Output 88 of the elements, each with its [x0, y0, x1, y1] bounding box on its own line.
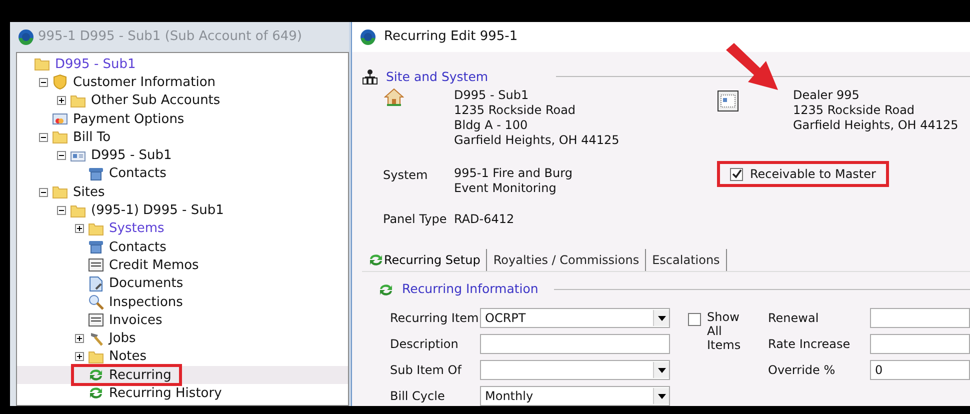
dropdown-caret-icon [658, 368, 666, 372]
tree-item[interactable]: Bill To [52, 129, 119, 146]
field-label: Sub Item Of [389, 362, 463, 379]
checkbox[interactable] [688, 313, 701, 326]
field-label: Rate Increase [768, 336, 852, 353]
address-line: Garfield Heights, OH 44125 [793, 118, 958, 134]
window-title: Recurring Edit 995-1 [384, 28, 518, 46]
checkbox-label: Receivable to Master [750, 166, 876, 184]
collapse-toggle[interactable] [39, 188, 48, 197]
address-line: 1235 Rockside Road [454, 103, 577, 118]
window-title: 995-1 D995 - Sub1 (Sub Account of 649) [38, 28, 302, 46]
magnifier-icon [88, 294, 104, 310]
tree-item[interactable]: Jobs [88, 330, 144, 347]
field-label: Description [389, 336, 460, 353]
tree-item[interactable]: Credit Memos [88, 257, 207, 274]
tree-item[interactable]: Contacts [88, 239, 174, 256]
recurring-arrows-icon [88, 385, 104, 402]
dropdown-caret-icon [658, 316, 666, 320]
shield-icon [52, 74, 68, 90]
tree-item[interactable]: Invoices [88, 312, 170, 328]
dropdown[interactable]: Monthly [480, 386, 670, 406]
folder-icon [52, 184, 68, 200]
input-field[interactable] [870, 308, 970, 328]
tree-item[interactable]: Sites [52, 184, 113, 200]
input-field[interactable]: 0 [870, 360, 970, 380]
app-logo-icon [360, 28, 376, 45]
system-line: Event Monitoring [454, 181, 558, 196]
folder-icon [70, 202, 86, 219]
field-label: Renewal [768, 310, 820, 327]
tree-item[interactable]: Payment Options [52, 111, 192, 128]
tree-item[interactable]: Notes [88, 348, 155, 365]
tree-item[interactable]: Customer Information [52, 74, 224, 90]
collapse-toggle[interactable] [57, 151, 66, 160]
recurring-arrows-icon [378, 282, 394, 298]
collapse-toggle[interactable] [39, 78, 48, 87]
tree-item[interactable]: Systems [88, 220, 172, 237]
payment-card-icon [52, 111, 68, 128]
address-line: 1235 Rockside Road [793, 103, 916, 118]
checkbox[interactable] [730, 168, 743, 181]
tree-item[interactable]: (995-1) D995 - Sub1 [70, 202, 232, 219]
collapse-toggle[interactable] [57, 206, 66, 216]
annotation-arrow [724, 42, 780, 92]
tree-item[interactable]: D995 - Sub1 [70, 148, 180, 164]
memo-icon [88, 257, 104, 274]
tree-item[interactable]: Recurring History [88, 385, 230, 402]
folder-icon [34, 56, 50, 72]
tree-item[interactable]: Inspections [88, 294, 191, 310]
section-heading: Site and System [386, 68, 488, 86]
field-label: Bill Cycle [389, 388, 446, 405]
expand-toggle[interactable] [57, 96, 66, 106]
folder-icon [70, 92, 86, 109]
address-line: D995 - Sub1 [454, 88, 530, 104]
section-heading: Recurring Information [402, 280, 538, 298]
tree-item[interactable]: Other Sub Accounts [70, 92, 228, 109]
address-line: Dealer 995 [793, 88, 860, 104]
document-icon [88, 276, 104, 292]
tree-item[interactable]: Contacts [88, 166, 174, 182]
expand-toggle[interactable] [75, 334, 84, 344]
folder-icon [88, 220, 104, 237]
field-label: System [382, 167, 429, 184]
recurring-arrows-icon [368, 252, 384, 268]
dropdown[interactable]: OCRPT [480, 308, 670, 328]
expand-toggle[interactable] [75, 224, 84, 234]
address-line: Garfield Heights, OH 44125 [454, 133, 620, 148]
folder-icon [88, 348, 104, 365]
tree-item[interactable]: D995 - Sub1 [34, 56, 144, 72]
receivable-checkbox-row[interactable]: Receivable to Master [717, 161, 889, 188]
field-label: Panel Type [382, 211, 448, 228]
field-label: Recurring Item [389, 310, 480, 327]
house-icon [384, 88, 404, 106]
input-field[interactable] [870, 334, 970, 354]
app-logo-icon [18, 29, 34, 45]
expand-toggle[interactable] [75, 352, 84, 362]
folder-icon [52, 129, 68, 146]
field-label: Override % [768, 362, 836, 379]
input-field[interactable] [480, 334, 670, 354]
address-card-icon [717, 90, 739, 112]
hammer-icon [88, 330, 104, 347]
system-line: 995-1 Fire and Burg [454, 166, 572, 182]
checkbox-label: Show All Items [707, 310, 742, 352]
address-line: Bldg A - 100 [454, 118, 529, 134]
dropdown-caret-icon [658, 394, 666, 398]
people-icon [362, 68, 378, 85]
recurring-arrows-icon [88, 367, 104, 384]
panel-type-value: RAD-6412 [454, 211, 514, 228]
memo-icon [88, 312, 104, 328]
tree-item[interactable]: Documents [88, 276, 192, 292]
collapse-toggle[interactable] [39, 132, 48, 142]
